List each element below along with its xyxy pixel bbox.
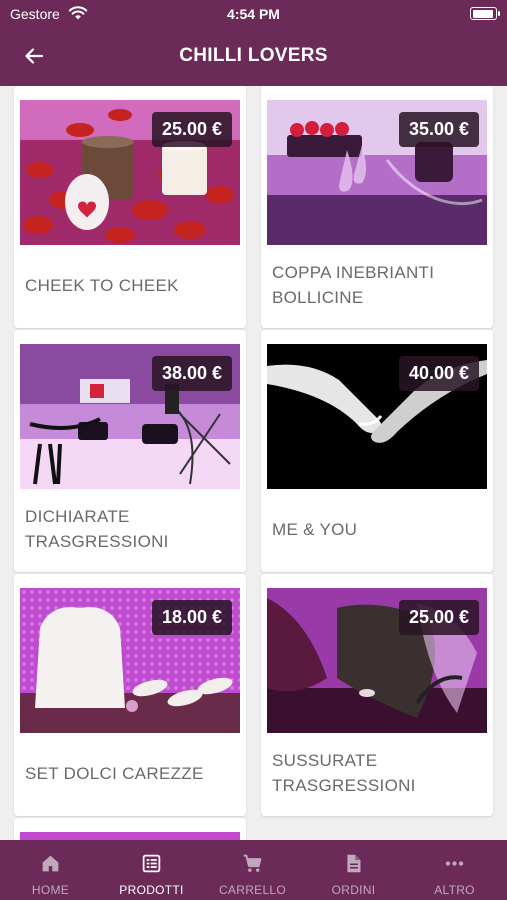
app-header: Gestore 4:54 PM CHILLI LOVERS	[0, 0, 507, 86]
product-image	[20, 832, 240, 840]
product-image: 35.00 €	[267, 100, 487, 245]
status-time: 4:54 PM	[227, 6, 280, 22]
tab-ordini[interactable]: ORDINI	[303, 840, 404, 900]
document-icon	[347, 854, 361, 873]
product-image: 38.00 €	[20, 344, 240, 489]
list-icon	[142, 854, 161, 873]
page-title: CHILLI LOVERS	[179, 45, 328, 66]
product-image: 18.00 €	[20, 588, 240, 733]
cart-icon	[243, 854, 262, 872]
tab-carrello[interactable]: CARRELLO	[202, 840, 303, 900]
product-card[interactable]: 35.00 € COPPA INEBRIANTI BOLLICINE	[261, 86, 493, 328]
product-card[interactable]: 25.00 € SUSSURATE TRASGRESSIONI	[261, 574, 493, 816]
tab-label: ALTRO	[434, 883, 475, 897]
product-name: DICHIARATE TRASGRESSIONI	[25, 507, 169, 551]
tab-label: ORDINI	[331, 883, 376, 897]
product-name: COPPA INEBRIANTI BOLLICINE	[272, 263, 435, 307]
product-card[interactable]: 18.00 € SET DOLCI CAREZZE	[14, 574, 246, 816]
product-name: CHEEK TO CHEEK	[25, 276, 179, 295]
product-card[interactable]: 38.00 € DICHIARATE TRASGRESSIONI	[14, 330, 246, 572]
price-badge: 18.00 €	[151, 600, 232, 635]
price-badge: 35.00 €	[398, 112, 479, 147]
product-image: 40.00 €	[267, 344, 487, 489]
price-badge: 40.00 €	[398, 356, 479, 391]
tab-label: PRODOTTI	[119, 883, 184, 897]
tab-home[interactable]: HOME	[0, 840, 101, 900]
product-grid: 25.00 € CHEEK TO CHEEK 35.00 € COPPA INE…	[0, 86, 507, 840]
tab-altro[interactable]: ALTRO	[404, 840, 505, 900]
price-badge: 25.00 €	[151, 112, 232, 147]
product-card[interactable]: 25.00 € CHEEK TO CHEEK	[14, 86, 246, 328]
bottom-tab-bar: HOME PRODOTTI CARRELLO ORDINI ALTRO	[0, 840, 507, 900]
product-card[interactable]: 40.00 € ME & YOU	[261, 330, 493, 572]
price-badge: 38.00 €	[151, 356, 232, 391]
product-image: 25.00 €	[20, 100, 240, 245]
price-badge: 25.00 €	[398, 600, 479, 635]
tab-label: HOME	[31, 883, 70, 897]
status-bar: Gestore 4:54 PM	[0, 0, 507, 30]
tab-prodotti[interactable]: PRODOTTI	[101, 840, 202, 900]
product-name: SET DOLCI CAREZZE	[25, 764, 204, 783]
product-name: SUSSURATE TRASGRESSIONI	[272, 751, 416, 795]
product-name: ME & YOU	[272, 520, 358, 539]
tab-label: CARRELLO	[218, 883, 287, 897]
product-image: 25.00 €	[267, 588, 487, 733]
battery-icon	[470, 7, 500, 20]
product-card[interactable]	[14, 818, 246, 840]
home-icon	[42, 855, 59, 872]
more-icon	[445, 861, 464, 866]
